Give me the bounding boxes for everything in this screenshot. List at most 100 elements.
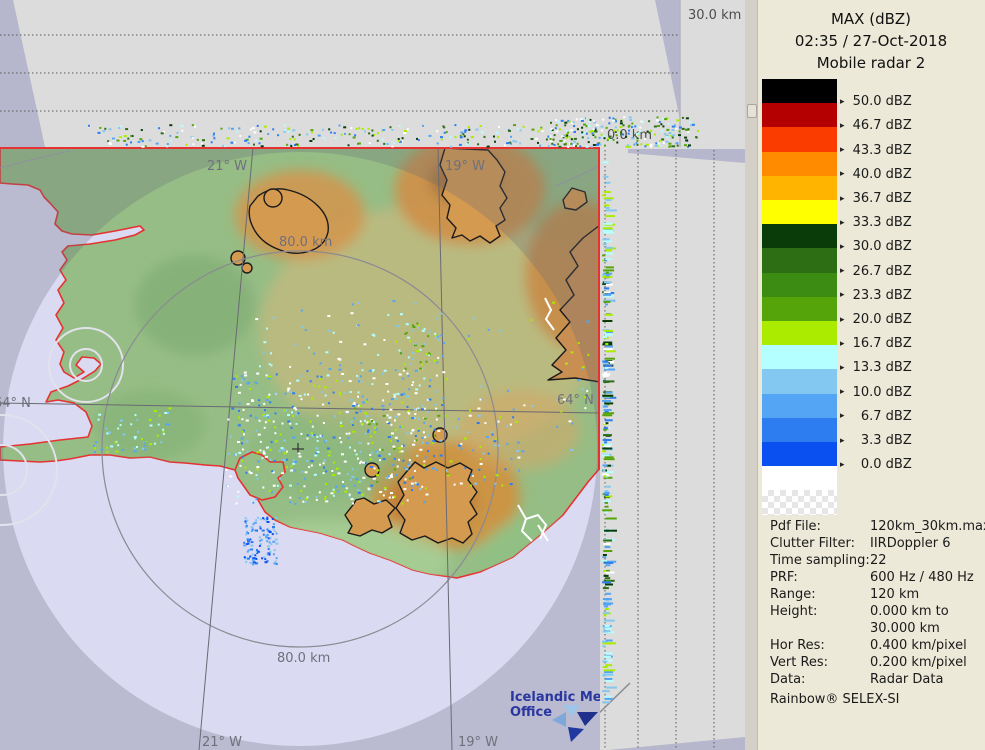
- info-label: Range:: [770, 587, 816, 602]
- dbz-tick-label: ▸0.0 dBZ: [840, 457, 912, 472]
- info-value: Radar Data: [870, 672, 943, 687]
- info-row: Hor Res: 0.400 km/pixel: [757, 638, 985, 655]
- tick-arrow-icon: ▸: [840, 411, 845, 421]
- info-row: Height: 0.000 km to: [757, 604, 985, 621]
- radar-name: Mobile radar 2: [757, 52, 985, 74]
- info-value: 120km_30km.max: [870, 519, 985, 534]
- dbz-swatch: [762, 200, 837, 224]
- dbz-swatch: [762, 321, 837, 345]
- info-row: 30.000 km: [757, 621, 985, 638]
- ring-label-80km-top: 80.0 km: [279, 235, 332, 250]
- dbz-tick-label: ▸46.7 dBZ: [840, 118, 912, 133]
- tick-arrow-icon: ▸: [840, 97, 845, 107]
- dbz-swatch: [762, 418, 837, 442]
- info-row: Clutter Filter: IIRDoppler 6: [757, 536, 985, 553]
- dbz-tick-label: ▸50.0 dBZ: [840, 94, 912, 109]
- tick-arrow-icon: ▸: [840, 218, 845, 228]
- tick-arrow-icon: ▸: [840, 145, 845, 155]
- info-label: Clutter Filter:: [770, 536, 855, 551]
- dbz-tick-label: ▸16.7 dBZ: [840, 336, 912, 351]
- info-row: Time sampling:22: [757, 553, 985, 570]
- radar-map-canvas[interactable]: 30.0 km 0.0 km: [0, 0, 745, 750]
- dbz-tick-label: ▸20.0 dBZ: [840, 312, 912, 327]
- info-label: PRF:: [770, 570, 798, 585]
- dbz-swatch: [762, 127, 837, 151]
- dbz-tick-label: ▸40.0 dBZ: [840, 167, 912, 182]
- dbz-swatch: [762, 273, 837, 297]
- tick-arrow-icon: ▸: [840, 194, 845, 204]
- info-label: Vert Res:: [770, 655, 828, 670]
- dbz-tick-label: ▸3.3 dBZ: [840, 433, 912, 448]
- tick-arrow-icon: ▸: [840, 339, 845, 349]
- info-value: 30.000 km: [870, 621, 940, 636]
- dbz-swatch: [762, 152, 837, 176]
- dbz-tick-label: ▸30.0 dBZ: [840, 239, 912, 254]
- tick-arrow-icon: ▸: [840, 387, 845, 397]
- software-brand: Rainbow® SELEX-SI: [770, 692, 900, 707]
- dbz-swatch: [762, 103, 837, 127]
- imo-logo-text-1: Icelandic Met: [510, 690, 608, 705]
- dbz-swatch: [762, 442, 837, 466]
- dbz-swatch: [762, 297, 837, 321]
- tick-arrow-icon: ▸: [840, 436, 845, 446]
- dbz-tick-label: ▸36.7 dBZ: [840, 191, 912, 206]
- parallel-label-64n-right: 64° N: [557, 393, 594, 408]
- info-label: Data:: [770, 672, 805, 687]
- no-data-swatch: [762, 490, 837, 514]
- height-axis-max-label: 30.0 km: [688, 8, 741, 23]
- splitter-handle[interactable]: [747, 104, 757, 118]
- tick-arrow-icon: ▸: [840, 121, 845, 131]
- tick-arrow-icon: ▸: [840, 242, 845, 252]
- tick-arrow-icon: ▸: [840, 290, 845, 300]
- dbz-swatch: [762, 176, 837, 200]
- info-row: Pdf File: 120km_30km.max: [757, 519, 985, 536]
- tick-arrow-icon: ▸: [840, 363, 845, 373]
- meridian-label-19w-bottom: 19° W: [458, 735, 498, 750]
- info-value: 0.000 km to: [870, 604, 949, 619]
- tick-arrow-icon: ▸: [840, 266, 845, 276]
- meridian-label-21w-top: 21° W: [207, 159, 247, 174]
- map-area[interactable]: 21° W 21° W 19° W 19° W 64° N 64° N 80.0…: [0, 135, 635, 750]
- info-row: Range: 120 km: [757, 587, 985, 604]
- scan-datetime: 02:35 / 27-Oct-2018: [757, 30, 985, 52]
- info-label: Hor Res:: [770, 638, 825, 653]
- info-value: 22: [870, 553, 887, 568]
- info-value: 600 Hz / 480 Hz: [870, 570, 974, 585]
- info-label: Height:: [770, 604, 817, 619]
- product-title: MAX (dBZ): [757, 8, 985, 30]
- info-row: PRF: 600 Hz / 480 Hz: [757, 570, 985, 587]
- meridian-label-19w-top: 19° W: [445, 159, 485, 174]
- tick-arrow-icon: ▸: [840, 460, 845, 470]
- info-label: Pdf File:: [770, 519, 821, 534]
- parallel-label-64n-left: 64° N: [0, 396, 31, 411]
- dbz-swatch: [762, 248, 837, 272]
- dbz-tick-label: ▸33.3 dBZ: [840, 215, 912, 230]
- dbz-swatch: [762, 79, 837, 103]
- dbz-tick-label: ▸13.3 dBZ: [840, 360, 912, 375]
- info-value: IIRDoppler 6: [870, 536, 951, 551]
- legend-panel: MAX (dBZ) 02:35 / 27-Oct-2018 Mobile rad…: [745, 0, 985, 750]
- ring-label-80km-bottom: 80.0 km: [277, 651, 330, 666]
- info-row: Data: Radar Data: [757, 672, 985, 689]
- dbz-swatch: [762, 369, 837, 393]
- info-value: 120 km: [870, 587, 919, 602]
- dbz-tick-label: ▸10.0 dBZ: [840, 385, 912, 400]
- dbz-tick-label: ▸23.3 dBZ: [840, 288, 912, 303]
- info-row: Vert Res: 0.200 km/pixel: [757, 655, 985, 672]
- dbz-tick-label: ▸26.7 dBZ: [840, 264, 912, 279]
- dbz-tick-label: ▸43.3 dBZ: [840, 143, 912, 158]
- dbz-swatch: [762, 345, 837, 369]
- tick-arrow-icon: ▸: [840, 315, 845, 325]
- below-min-swatch: [762, 466, 837, 490]
- dbz-tick-label: ▸6.7 dBZ: [840, 409, 912, 424]
- dbz-swatch: [762, 394, 837, 418]
- imo-logo-text-2: Office: [510, 705, 552, 720]
- radar-app-window: 30.0 km 0.0 km: [0, 0, 985, 750]
- info-label: Time sampling:: [770, 553, 870, 568]
- meridian-label-21w-bottom: 21° W: [202, 735, 242, 750]
- top-height-panel: [0, 0, 745, 147]
- info-value: 0.400 km/pixel: [870, 638, 967, 653]
- tick-arrow-icon: ▸: [840, 169, 845, 179]
- dbz-swatch: [762, 224, 837, 248]
- info-value: 0.200 km/pixel: [870, 655, 967, 670]
